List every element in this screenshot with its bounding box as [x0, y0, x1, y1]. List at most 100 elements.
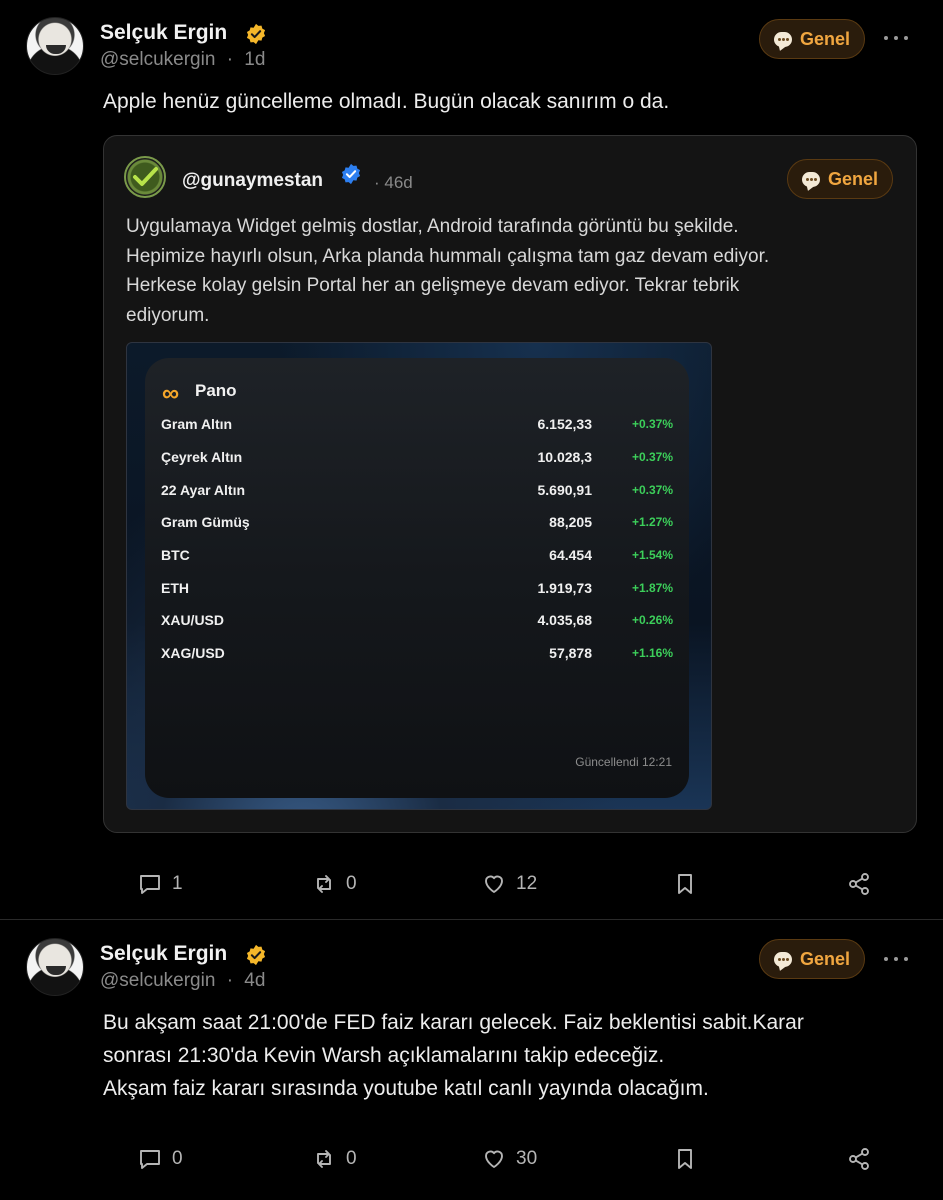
separator-dot: ·	[226, 49, 234, 70]
asset-name: Gram Altın	[161, 416, 233, 432]
text-line: Herkese kolay gelsin Portal her an geliş…	[126, 275, 740, 296]
asset-change: +1.54%	[631, 548, 673, 562]
author-avatar[interactable]	[26, 17, 84, 75]
price-row: 22 Ayar Altın 5.690,91 +0.37%	[145, 482, 689, 506]
comment-icon	[140, 1150, 160, 1169]
updated-timestamp: Güncellendi 12:21	[575, 755, 672, 769]
widget-title: Pano	[195, 381, 237, 400]
post-age: 4d	[244, 970, 266, 991]
author-name[interactable]: Selçuk Ergin	[100, 942, 227, 966]
category-tag-label: Genel	[800, 948, 851, 969]
asset-change: +1.27%	[631, 515, 673, 529]
bookmark-button[interactable]	[673, 1147, 697, 1171]
post-card[interactable]: Selçuk Ergin @selcukergin · 4d Genel Bu …	[0, 920, 943, 1200]
asset-name: XAU/USD	[161, 612, 225, 628]
post-actions: 0 0 30	[0, 1147, 943, 1177]
repost-button[interactable]: 0	[312, 872, 357, 896]
asset-price: 88,205	[549, 514, 592, 530]
repost-count: 0	[346, 873, 357, 894]
quoted-post[interactable]: @gunaymestan · 46d Genel Uygulamaya Widg…	[103, 135, 917, 833]
chat-bubble-icon	[774, 951, 792, 967]
share-icon	[849, 1148, 869, 1170]
repost-icon	[317, 1150, 331, 1168]
asset-name: 22 Ayar Altın	[161, 482, 246, 498]
asset-price: 5.690,91	[537, 482, 593, 498]
asset-name: BTC	[161, 547, 190, 563]
post-card[interactable]: Selçuk Ergin @selcukergin · 1d Genel App…	[0, 0, 943, 920]
like-count: 30	[516, 1148, 538, 1169]
category-tag-label: Genel	[828, 168, 879, 189]
text-line: Hepimize hayırlı olsun, Arka planda humm…	[126, 245, 770, 267]
comment-button[interactable]: 1	[138, 872, 183, 896]
post-actions: 1 0 12	[0, 872, 943, 902]
post-text: Apple henüz güncelleme olmadı. Bugün ola…	[103, 90, 670, 113]
quoted-post-text: Uygulamaya Widget gelmiş dostlar, Androi…	[126, 212, 906, 330]
author-handle-line: @selcukergin · 1d	[100, 49, 265, 71]
asset-price: 57,878	[549, 645, 592, 661]
quoted-category-tag-button[interactable]: Genel	[787, 159, 894, 199]
verified-badge-icon	[246, 23, 266, 45]
bookmark-button[interactable]	[673, 872, 697, 896]
share-button[interactable]	[847, 872, 871, 896]
asset-change: +1.16%	[631, 646, 673, 660]
price-row: Gram Gümüş 88,205 +1.27%	[145, 514, 689, 538]
asset-name: ETH	[161, 580, 189, 596]
verified-badge-icon	[341, 163, 361, 185]
like-button[interactable]: 30	[482, 1147, 537, 1171]
pano-widget: ∞ Pano Gram Altın 6.152,33 +0.37% Çeyrek…	[145, 358, 689, 798]
checkmark-logo-icon	[133, 167, 158, 186]
asset-name: Çeyrek Altın	[161, 449, 243, 465]
category-tag-label: Genel	[800, 28, 851, 49]
category-tag-button[interactable]: Genel	[759, 19, 866, 59]
repost-button[interactable]: 0	[312, 1147, 357, 1171]
heart-icon	[485, 875, 503, 893]
quoted-author-avatar[interactable]	[124, 156, 166, 198]
asset-change: +0.26%	[631, 613, 673, 627]
text-line: Bu akşam saat 21:00'de FED faiz kararı g…	[103, 1011, 804, 1034]
quoted-post-age: · 46d	[374, 173, 413, 192]
price-row: XAG/USD 57,878 +1.16%	[145, 645, 689, 669]
comment-count: 1	[172, 873, 183, 894]
repost-count: 0	[346, 1148, 357, 1169]
comment-icon	[140, 875, 160, 894]
quoted-author-handle[interactable]: @gunaymestan	[182, 170, 323, 192]
asset-change: +0.37%	[631, 450, 673, 464]
more-dots-icon[interactable]	[884, 957, 908, 963]
separator-dot: ·	[226, 970, 234, 991]
price-row: XAU/USD 4.035,68 +0.26%	[145, 612, 689, 636]
comment-button[interactable]: 0	[138, 1147, 183, 1171]
infinity-logo-icon: ∞	[162, 380, 180, 407]
comment-count: 0	[172, 1148, 183, 1169]
bookmark-icon	[678, 1149, 692, 1169]
author-handle[interactable]: @selcukergin	[100, 49, 215, 70]
author-handle[interactable]: @selcukergin	[100, 970, 215, 991]
text-line: sonrası 21:30'da Kevin Warsh açıklamalar…	[103, 1044, 665, 1067]
category-tag-button[interactable]: Genel	[759, 939, 866, 979]
author-handle-line: @selcukergin · 4d	[100, 970, 265, 992]
author-avatar[interactable]	[26, 938, 84, 996]
more-dots-icon[interactable]	[884, 36, 908, 42]
like-button[interactable]: 12	[482, 872, 537, 896]
text-line: ediyorum.	[126, 304, 210, 326]
asset-change: +0.37%	[631, 417, 673, 431]
verified-badge-icon	[246, 944, 266, 966]
price-row: BTC 64.454 +1.54%	[145, 547, 689, 571]
author-name[interactable]: Selçuk Ergin	[100, 21, 227, 45]
share-icon	[849, 873, 869, 895]
text-line: Akşam faiz kararı sırasında youtube katı…	[103, 1077, 709, 1100]
price-row: ETH 1.919,73 +1.87%	[145, 580, 689, 604]
attached-image[interactable]: ∞ Pano Gram Altın 6.152,33 +0.37% Çeyrek…	[126, 342, 712, 810]
price-row: Gram Altın 6.152,33 +0.37%	[145, 416, 689, 440]
heart-icon	[485, 1150, 503, 1168]
asset-price: 10.028,3	[537, 449, 593, 465]
asset-change: +0.37%	[631, 483, 673, 497]
like-count: 12	[516, 873, 538, 894]
asset-price: 4.035,68	[537, 612, 593, 628]
text-line: Uygulamaya Widget gelmiş dostlar, Androi…	[126, 216, 739, 237]
share-button[interactable]	[847, 1147, 871, 1171]
asset-name: XAG/USD	[161, 645, 225, 661]
asset-price: 1.919,73	[537, 580, 593, 596]
repost-icon	[317, 875, 331, 893]
asset-price: 64.454	[549, 547, 592, 563]
asset-name: Gram Gümüş	[161, 514, 250, 530]
